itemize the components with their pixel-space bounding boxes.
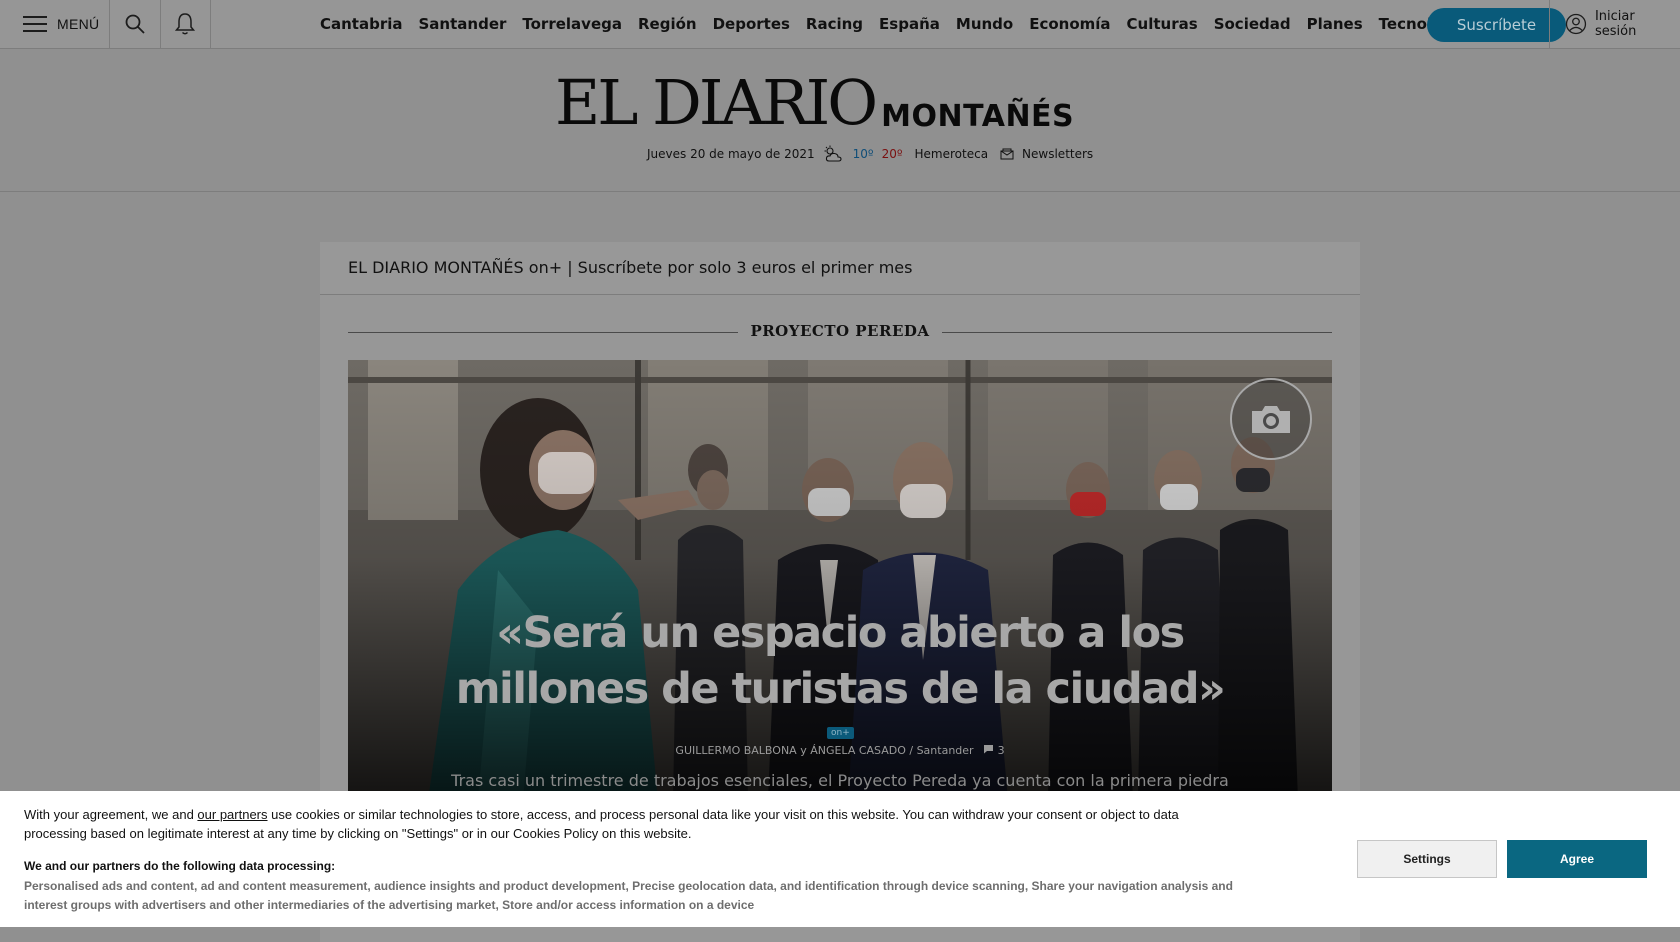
agree-button[interactable]: Agree (1507, 840, 1647, 878)
nav-link-mundo[interactable]: Mundo (956, 15, 1013, 33)
search-icon (125, 14, 145, 34)
masthead: EL DIARIO MONTAÑÉS Jueves 20 de mayo de … (0, 49, 1680, 192)
nav-link-santander[interactable]: Santander (419, 15, 507, 33)
search-button[interactable] (110, 0, 161, 48)
login-label: Iniciar sesión (1594, 9, 1637, 39)
user-icon (1565, 13, 1587, 35)
nav-link-economia[interactable]: Economía (1029, 15, 1110, 33)
logo-sub: MONTAÑÉS (881, 99, 1075, 134)
menu-label: MENÚ (57, 16, 100, 32)
nav-link-racing[interactable]: Racing (806, 15, 863, 33)
comment-icon[interactable] (983, 744, 994, 754)
settings-button[interactable]: Settings (1357, 840, 1497, 878)
login-button[interactable]: Iniciar sesión (1549, 0, 1680, 48)
date-weather-bar: Jueves 20 de mayo de 2021 10º 20º Hemero… (647, 145, 1093, 163)
nav-link-espana[interactable]: España (879, 15, 940, 33)
weather-icon (824, 145, 842, 162)
promo-text: EL DIARIO MONTAÑÉS on+ | Suscríbete por … (348, 258, 913, 277)
temperature-max: 20º (881, 147, 903, 161)
nav-link-sociedad[interactable]: Sociedad (1214, 15, 1291, 33)
menu-button[interactable]: MENÚ (0, 0, 110, 48)
logo-main: EL DIARIO (555, 66, 878, 139)
camera-icon (1252, 406, 1290, 433)
newsletters-link[interactable]: Newsletters (1022, 147, 1093, 161)
promo-banner[interactable]: EL DIARIO MONTAÑÉS on+ | Suscríbete por … (320, 242, 1360, 295)
premium-badge: on+ (827, 727, 854, 739)
nav-link-planes[interactable]: Planes (1307, 15, 1363, 33)
section-kicker: PROYECTO PEREDA (348, 322, 1332, 342)
current-date: Jueves 20 de mayo de 2021 (647, 147, 815, 161)
cookie-notice-text: With your agreement, we and our partners… (24, 805, 1224, 843)
section-nav: Cantabria Santander Torrelavega Región D… (320, 0, 1468, 48)
notifications-button[interactable] (160, 0, 211, 48)
site-logo[interactable]: EL DIARIO MONTAÑÉS (555, 67, 1074, 139)
comment-count[interactable]: 3 (998, 744, 1005, 757)
purposes-title: We and our partners do the following dat… (24, 859, 336, 873)
nav-link-torrelavega[interactable]: Torrelavega (522, 15, 622, 33)
article-byline: GUILLERMO BALBONA y ÁNGELA CASADO / Sant… (348, 744, 1332, 757)
purposes-list: Personalised ads and content, ad and con… (24, 879, 1233, 912)
subscribe-button[interactable]: Suscríbete (1427, 8, 1566, 42)
top-navigation: MENÚ Cantabria Santander Torrelavega Reg… (0, 0, 1680, 49)
cookie-consent-banner: With your agreement, we and our partners… (0, 791, 1680, 927)
article-headline[interactable]: «Será un espacio abierto a los millones … (348, 605, 1332, 717)
temperature-min: 10º (852, 147, 874, 161)
nav-link-region[interactable]: Región (638, 15, 697, 33)
archive-link[interactable]: Hemeroteca (915, 147, 989, 161)
partners-link[interactable]: our partners (197, 807, 267, 822)
cookie-text-intro: With your agreement, we and (24, 807, 198, 822)
menu-icon (23, 16, 47, 32)
nav-link-culturas[interactable]: Culturas (1127, 15, 1198, 33)
headline-line-1: «Será un espacio abierto a los (496, 608, 1185, 658)
newsletter-icon (1000, 148, 1014, 160)
bell-icon (174, 13, 196, 35)
gallery-button[interactable] (1230, 378, 1312, 460)
kicker-label[interactable]: PROYECTO PEREDA (738, 322, 942, 340)
byline-authors: GUILLERMO BALBONA y ÁNGELA CASADO / Sant… (675, 744, 974, 757)
nav-link-deportes[interactable]: Deportes (713, 15, 790, 33)
nav-link-cantabria[interactable]: Cantabria (320, 15, 403, 33)
headline-line-2: millones de turistas de la ciudad» (455, 664, 1226, 714)
lead-story[interactable]: «Será un espacio abierto a los millones … (348, 360, 1332, 800)
